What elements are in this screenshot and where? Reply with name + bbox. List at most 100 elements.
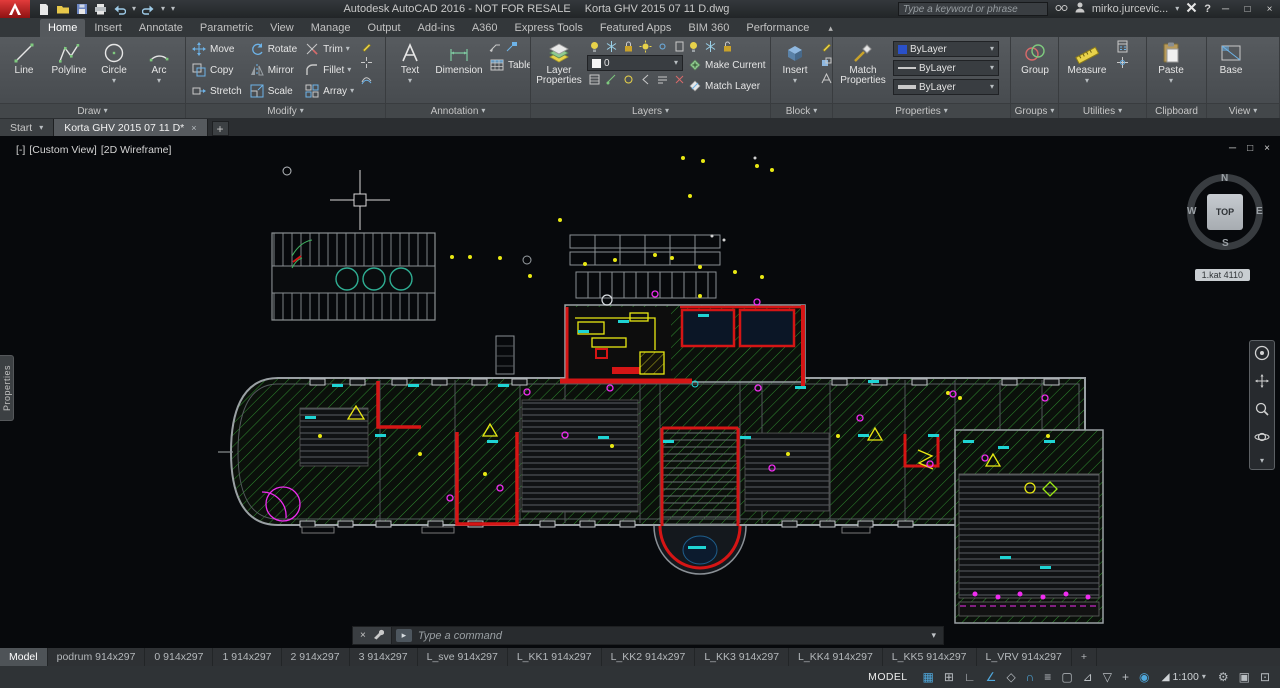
command-input[interactable]: ▸ Type a command ▾	[391, 626, 944, 645]
tab-featured-apps[interactable]: Featured Apps	[592, 19, 680, 37]
object-color-dropdown[interactable]: ByLayer ▾	[893, 41, 999, 57]
tab-view[interactable]: View	[262, 19, 302, 37]
tab-parametric[interactable]: Parametric	[192, 19, 261, 37]
viewport-menu-control[interactable]: [-]	[16, 144, 25, 156]
match-layer-button[interactable]: Match Layer	[686, 76, 768, 96]
command-placeholder[interactable]: Type a command	[418, 630, 923, 642]
signed-in-user[interactable]: mirko.jurcevic...	[1092, 3, 1168, 15]
properties-palette-tab[interactable]: Properties	[0, 355, 14, 421]
array-dropdown-icon[interactable]: ▾	[350, 87, 354, 95]
view-panel-title[interactable]: View ▾	[1207, 103, 1279, 118]
insert-dropdown-icon[interactable]: ▾	[793, 77, 797, 85]
visual-style-control[interactable]: [2D Wireframe]	[101, 144, 172, 156]
selection-filter-icon[interactable]: ▽	[1098, 667, 1117, 687]
layout-tab-3[interactable]: 3 914x297	[350, 648, 418, 666]
help-icon[interactable]: ?	[1204, 3, 1211, 15]
base-button[interactable]: Base	[1210, 39, 1252, 76]
layout-tab-lkk3[interactable]: L_KK3 914x297	[695, 648, 790, 666]
insert-button[interactable]: Insert ▾	[774, 39, 816, 85]
linetype-dropdown[interactable]: ByLayer ▾	[893, 60, 999, 76]
offset-tool-icon[interactable]	[359, 71, 374, 86]
layer-lock-icon[interactable]	[621, 39, 636, 54]
tab-bim360[interactable]: BIM 360	[680, 19, 737, 37]
command-history-icon[interactable]: ▾	[928, 630, 939, 641]
view-control[interactable]: [Custom View]	[29, 144, 97, 156]
layer-merge-icon[interactable]	[655, 72, 670, 87]
infocenter-search-input[interactable]	[897, 2, 1048, 16]
table-button[interactable]: Table	[487, 55, 530, 75]
erase-tool-icon[interactable]	[359, 39, 374, 54]
lineweight-display-icon[interactable]: ≡	[1039, 667, 1056, 687]
layout-tab-lkk2[interactable]: L_KK2 914x297	[602, 648, 696, 666]
view-expand-icon[interactable]: ▾	[1253, 107, 1257, 115]
undo-dropdown-icon[interactable]: ▾	[132, 5, 136, 13]
rotate-button[interactable]: Rotate	[247, 39, 299, 59]
orbit-tool-icon[interactable]	[1254, 429, 1270, 450]
command-close-icon[interactable]: ×	[360, 630, 366, 641]
circle-button[interactable]: Circle ▾	[93, 39, 135, 85]
block-create-icon[interactable]	[819, 55, 832, 70]
arc-dropdown-icon[interactable]: ▾	[157, 77, 161, 85]
snap-mode-icon[interactable]: ⊞	[939, 667, 959, 687]
array-button[interactable]: Array ▾	[302, 81, 356, 101]
quick-calc-icon[interactable]	[1115, 39, 1130, 54]
measure-button[interactable]: Measure ▾	[1062, 39, 1112, 85]
grid-display-icon[interactable]: ▦	[918, 667, 939, 687]
mirror-button[interactable]: Mirror	[247, 60, 299, 80]
layer-on-all-icon[interactable]	[686, 39, 701, 54]
move-button[interactable]: Move	[189, 39, 244, 59]
new-layout-button[interactable]: +	[1072, 648, 1097, 666]
text-dropdown-icon[interactable]: ▾	[408, 77, 412, 85]
polyline-button[interactable]: Polyline	[48, 39, 90, 76]
groups-panel-title[interactable]: Groups ▾	[1011, 103, 1058, 118]
fillet-dropdown-icon[interactable]: ▾	[347, 66, 351, 74]
close-drawing-tab-icon[interactable]: ×	[191, 123, 196, 133]
layout-tab-lvrv[interactable]: L_VRV 914x297	[977, 648, 1072, 666]
block-edit-icon[interactable]	[819, 39, 832, 54]
new-drawing-tab-button[interactable]: +	[211, 121, 229, 136]
close-window-icon[interactable]: ×	[1262, 4, 1277, 15]
level-tag[interactable]: 1.kat 4110	[1194, 269, 1250, 281]
trim-button[interactable]: Trim ▾	[302, 39, 356, 59]
viewport-restore-icon[interactable]: □	[1247, 143, 1253, 154]
minimize-window-icon[interactable]: ─	[1218, 4, 1233, 15]
id-point-icon[interactable]	[1115, 55, 1130, 70]
properties-expand-icon[interactable]: ▾	[944, 107, 948, 115]
block-panel-title[interactable]: Block ▾	[771, 103, 832, 118]
workspace-switching-gear-icon[interactable]: ⚙	[1213, 667, 1234, 687]
arc-button[interactable]: Arc ▾	[138, 39, 180, 85]
layers-panel-title[interactable]: Layers ▾	[531, 103, 770, 118]
viewport-minimize-icon[interactable]: ─	[1229, 143, 1236, 154]
layers-expand-icon[interactable]: ▾	[665, 107, 669, 115]
viewcube-south[interactable]: S	[1222, 238, 1229, 249]
layout-tab-0[interactable]: 0 914x297	[145, 648, 214, 666]
layout-tab-lkk4[interactable]: L_KK4 914x297	[789, 648, 883, 666]
pan-tool-icon[interactable]	[1254, 373, 1270, 394]
dynamic-ucs-icon[interactable]: ⊿	[1078, 667, 1098, 687]
plot-icon[interactable]	[94, 3, 107, 15]
layer-thaw-icon[interactable]	[621, 72, 636, 87]
drawing-canvas[interactable]	[0, 136, 1280, 648]
command-wrench-icon[interactable]	[372, 628, 384, 643]
lineweight-dropdown[interactable]: ByLayer ▾	[893, 79, 999, 95]
make-current-button[interactable]: Make Current	[686, 55, 768, 75]
layer-off-icon[interactable]	[587, 39, 602, 54]
layout-tab-podrum[interactable]: podrum 914x297	[48, 648, 146, 666]
paste-dropdown-icon[interactable]: ▾	[1169, 77, 1173, 85]
layer-vpfreeze-icon[interactable]	[703, 39, 718, 54]
new-file-icon[interactable]	[38, 3, 50, 16]
exchange-apps-icon[interactable]	[1186, 2, 1197, 16]
navbar-more-icon[interactable]: ▾	[1260, 457, 1264, 465]
text-button[interactable]: Text ▾	[389, 39, 431, 85]
isometric-drafting-icon[interactable]: ◇	[1001, 667, 1020, 687]
gizmo-icon[interactable]: +	[1117, 667, 1134, 687]
ortho-mode-icon[interactable]: ∟	[959, 667, 981, 687]
viewcube[interactable]: N W E S TOP	[1187, 173, 1263, 250]
redo-icon[interactable]	[142, 4, 155, 15]
group-button[interactable]: Group	[1014, 39, 1056, 76]
layout-tab-lsve[interactable]: L_sve 914x297	[418, 648, 508, 666]
full-navigation-wheel-icon[interactable]	[1254, 345, 1270, 366]
ribbon-minimize-toggle-icon[interactable]: ▴	[824, 20, 837, 37]
layer-properties-button[interactable]: Layer Properties	[534, 39, 584, 86]
utilities-panel-title[interactable]: Utilities ▾	[1059, 103, 1146, 118]
